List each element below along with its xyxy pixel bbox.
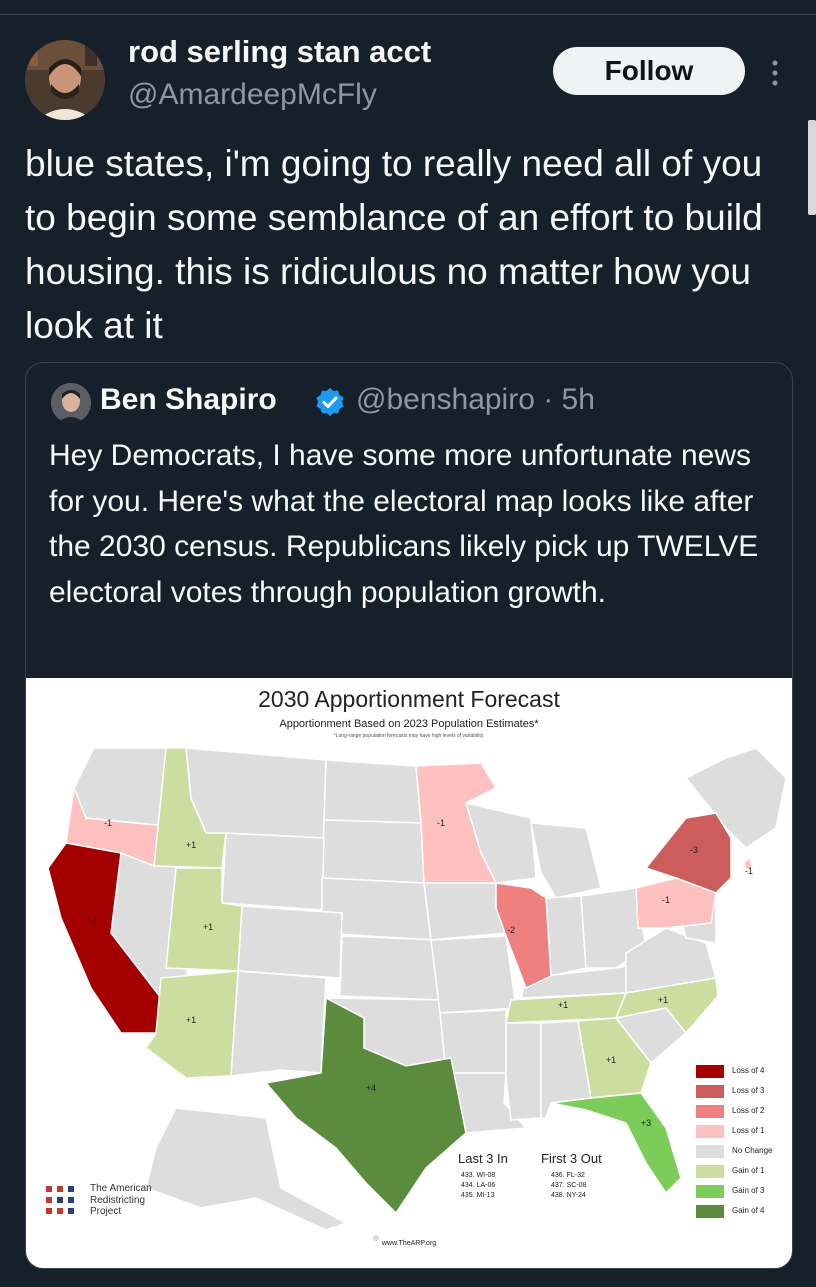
legend-swatch bbox=[696, 1085, 724, 1098]
legend-swatch bbox=[696, 1205, 724, 1218]
author-handle[interactable]: @AmardeepMcFly bbox=[128, 78, 377, 112]
follow-button[interactable]: Follow bbox=[553, 47, 745, 95]
label-tx: +4 bbox=[366, 1083, 376, 1093]
legend-swatch bbox=[696, 1165, 724, 1178]
label-il: -2 bbox=[507, 925, 515, 935]
legend-swatch bbox=[696, 1065, 724, 1078]
quoted-tweet-text: Hey Democrats, I have some more unfortun… bbox=[49, 439, 759, 609]
top-divider bbox=[0, 14, 816, 15]
label-nc: +1 bbox=[658, 995, 668, 1005]
arp-org-line: Redistricting bbox=[90, 1194, 146, 1206]
last-3-in: Last 3 In 433. WI-08 434. LA-06 435. MI-… bbox=[458, 1151, 508, 1201]
state-nm bbox=[230, 970, 327, 1077]
last-3-in-item: 435. MI-13 bbox=[461, 1192, 495, 1199]
last-3-in-item: 433. WI-08 bbox=[461, 1172, 496, 1179]
arp-org-name: The American Redistricting Project bbox=[90, 1183, 152, 1218]
state-in bbox=[545, 895, 587, 977]
last-3-in-heading: Last 3 In bbox=[458, 1151, 508, 1166]
state-ia bbox=[423, 882, 507, 941]
label-tn: +1 bbox=[558, 1000, 568, 1010]
label-id: +1 bbox=[186, 840, 196, 850]
label-ga: +1 bbox=[606, 1055, 616, 1065]
arp-org-line: The American bbox=[90, 1183, 152, 1194]
state-ms bbox=[505, 1022, 542, 1121]
first-3-out-item: 436. FL-32 bbox=[551, 1172, 585, 1179]
state-mi bbox=[530, 822, 602, 899]
label-az: +1 bbox=[186, 1015, 196, 1025]
us-map: -1 +1 -4 +1 +1 +4 -1 -2 -3 -1 -1 +1 +1 +… bbox=[47, 747, 787, 1243]
legend-label: No Change bbox=[732, 1146, 773, 1155]
arp-org-line: Project bbox=[90, 1206, 122, 1217]
state-wy bbox=[221, 832, 325, 911]
tweet-text: blue states, i'm going to really need al… bbox=[25, 143, 763, 346]
map-website: www.TheARP.org bbox=[381, 1240, 437, 1247]
map-footnote: *Long-range population forecasts may hav… bbox=[333, 733, 485, 739]
label-pa: -1 bbox=[662, 895, 670, 905]
state-ny bbox=[644, 812, 732, 894]
label-mn: -1 bbox=[437, 818, 445, 828]
state-sd bbox=[321, 819, 425, 884]
legend-swatch bbox=[696, 1145, 724, 1158]
label-ut: +1 bbox=[203, 922, 213, 932]
quoted-avatar[interactable] bbox=[51, 383, 91, 423]
state-nd bbox=[323, 759, 422, 824]
legend-swatch bbox=[696, 1105, 724, 1118]
label-ri: -1 bbox=[745, 866, 753, 876]
legend-label: Loss of 4 bbox=[732, 1066, 765, 1075]
legend-swatch bbox=[696, 1185, 724, 1198]
state-co bbox=[237, 905, 343, 979]
first-3-out-item: 437. SC-08 bbox=[551, 1182, 587, 1189]
author-name[interactable]: rod serling stan acct bbox=[128, 34, 431, 70]
last-3-in-item: 434. LA-06 bbox=[461, 1182, 496, 1189]
quoted-author-name[interactable]: Ben Shapiro bbox=[100, 383, 277, 417]
legend-label: Loss of 3 bbox=[732, 1086, 765, 1095]
label-fl: +3 bbox=[641, 1118, 651, 1128]
arp-logo-icon bbox=[46, 1186, 74, 1214]
more-options-icon[interactable] bbox=[770, 58, 780, 88]
legend-label: Loss of 1 bbox=[732, 1126, 765, 1135]
label-or: -1 bbox=[104, 818, 112, 828]
label-ca: -4 bbox=[89, 915, 97, 925]
state-mo bbox=[430, 935, 517, 1014]
quoted-handle-time[interactable]: @benshapiro · 5h bbox=[356, 383, 595, 417]
state-ks bbox=[339, 935, 441, 1001]
first-3-out: First 3 Out 436. FL-32 437. SC-08 438. N… bbox=[541, 1151, 602, 1201]
legend-label: Gain of 3 bbox=[732, 1186, 765, 1195]
legend-swatch bbox=[696, 1125, 724, 1138]
map-title: 2030 Apportionment Forecast bbox=[258, 686, 560, 712]
label-ny: -3 bbox=[690, 845, 698, 855]
map-subtitle: Apportionment Based on 2023 Population E… bbox=[279, 718, 539, 730]
first-3-out-heading: First 3 Out bbox=[541, 1151, 602, 1166]
first-3-out-item: 438. NY-24 bbox=[551, 1192, 586, 1199]
state-mt bbox=[185, 747, 327, 839]
quoted-tweet[interactable]: Ben Shapiro @benshapiro · 5h Hey Democra… bbox=[25, 362, 793, 1269]
legend-label: Gain of 1 bbox=[732, 1166, 765, 1175]
legend-label: Gain of 4 bbox=[732, 1206, 765, 1215]
verified-badge-icon bbox=[316, 388, 344, 416]
apportionment-map-image[interactable]: -1 +1 -4 +1 +1 +4 -1 -2 -3 -1 -1 +1 +1 +… bbox=[26, 678, 792, 1268]
scrollbar-thumb[interactable] bbox=[808, 120, 816, 215]
author-avatar[interactable] bbox=[25, 40, 105, 120]
legend-label: Loss of 2 bbox=[732, 1106, 765, 1115]
